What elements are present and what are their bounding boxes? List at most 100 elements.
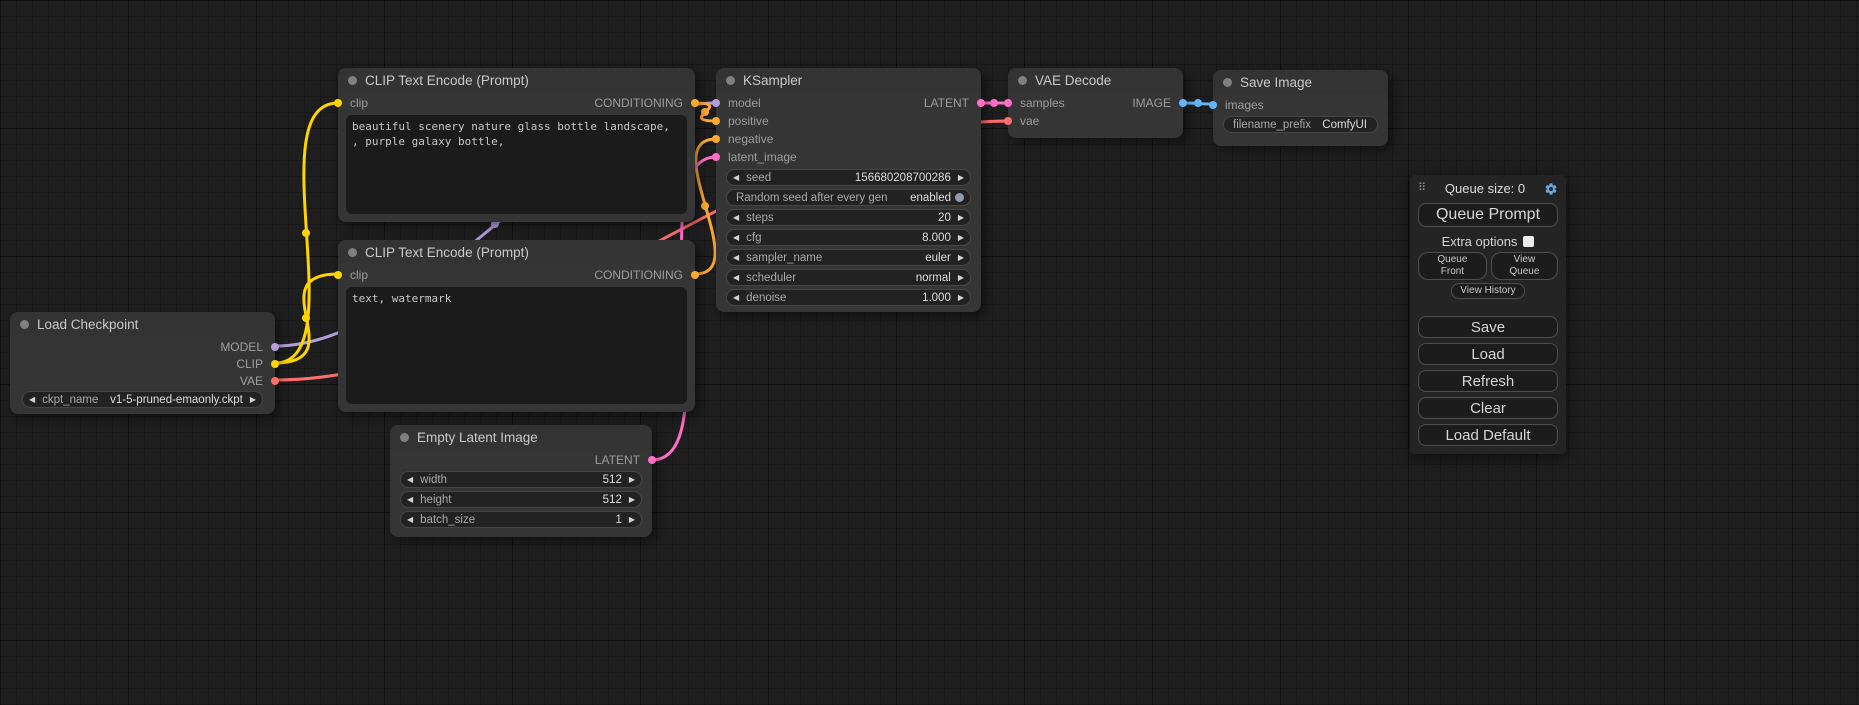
positive-input-slot[interactable] [712,117,720,125]
positive-prompt-textarea[interactable]: beautiful scenery nature glass bottle la… [346,115,687,214]
widget-scheduler[interactable]: ◀ scheduler normal ▶ [726,269,971,286]
increment-arrow-icon[interactable]: ▶ [958,294,964,302]
model-input-slot[interactable] [712,99,720,107]
collapse-dot[interactable] [348,76,357,85]
decrement-arrow-icon[interactable]: ◀ [407,496,413,504]
collapse-dot[interactable] [1018,76,1027,85]
toggle-knob[interactable] [955,193,964,202]
vae-output-slot[interactable] [271,377,279,385]
increment-arrow-icon[interactable]: ▶ [629,496,635,504]
negative-prompt-textarea[interactable]: text, watermark [346,287,687,404]
widget-cfg[interactable]: ◀ cfg 8.000 ▶ [726,229,971,246]
node-clip-text-encode-positive[interactable]: CLIP Text Encode (Prompt) clip CONDITION… [338,68,695,222]
widget-width[interactable]: ◀ width 512 ▶ [400,471,642,488]
queue-front-button[interactable]: Queue Front [1418,252,1487,280]
slot-label: IMAGE [1132,96,1171,110]
settings-gear-icon[interactable] [1544,182,1558,196]
conditioning-output-slot[interactable] [691,99,699,107]
increment-arrow-icon[interactable]: ▶ [250,396,256,404]
increment-arrow-icon[interactable]: ▶ [958,234,964,242]
decrement-arrow-icon[interactable]: ◀ [407,516,413,524]
menu-header: ⠿ Queue size: 0 [1418,180,1558,197]
widget-value: 8.000 [922,232,951,244]
slot-row: VAE [10,372,275,389]
widget-name: ckpt_name [42,394,98,406]
refresh-button[interactable]: Refresh [1418,370,1558,392]
decrement-arrow-icon[interactable]: ◀ [733,254,739,262]
view-history-button[interactable]: View History [1451,283,1524,299]
node-title-bar[interactable]: VAE Decode [1008,68,1183,92]
widget-value: 156680208700286 [855,172,951,184]
node-title-bar[interactable]: KSampler [716,68,981,92]
node-save-image[interactable]: Save Image images filename_prefix ComfyU… [1213,70,1388,146]
slot-label: LATENT [595,453,640,467]
latent-output-slot[interactable] [977,99,985,107]
drag-handle-icon[interactable]: ⠿ [1418,183,1426,194]
collapse-dot[interactable] [726,76,735,85]
widget-batch-size[interactable]: ◀ batch_size 1 ▶ [400,511,642,528]
latent-image-input-slot[interactable] [712,153,720,161]
widget-seed[interactable]: ◀ seed 156680208700286 ▶ [726,169,971,186]
widget-name: Random seed after every gen [736,192,888,204]
clip-input-slot[interactable] [334,271,342,279]
save-button[interactable]: Save [1418,316,1558,338]
decrement-arrow-icon[interactable]: ◀ [733,174,739,182]
load-default-button[interactable]: Load Default [1418,424,1558,446]
node-clip-text-encode-negative[interactable]: CLIP Text Encode (Prompt) clip CONDITION… [338,240,695,412]
widget-sampler-name[interactable]: ◀ sampler_name euler ▶ [726,249,971,266]
widget-name: sampler_name [746,252,822,264]
model-output-slot[interactable] [271,343,279,351]
widget-height[interactable]: ◀ height 512 ▶ [400,491,642,508]
collapse-dot[interactable] [1223,78,1232,87]
collapse-dot[interactable] [20,320,29,329]
widget-random-seed-toggle[interactable]: Random seed after every gen enabled [726,189,971,206]
node-title-bar[interactable]: CLIP Text Encode (Prompt) [338,68,695,92]
images-input-slot[interactable] [1209,101,1217,109]
decrement-arrow-icon[interactable]: ◀ [733,294,739,302]
node-empty-latent-image[interactable]: Empty Latent Image LATENT ◀ width 512 ▶ … [390,425,652,537]
decrement-arrow-icon[interactable]: ◀ [733,214,739,222]
negative-input-slot[interactable] [712,135,720,143]
node-vae-decode[interactable]: VAE Decode samples IMAGE vae [1008,68,1183,138]
conditioning-output-slot[interactable] [691,271,699,279]
node-title-bar[interactable]: Save Image [1213,70,1388,94]
view-queue-button[interactable]: View Queue [1491,252,1558,280]
collapse-dot[interactable] [348,248,357,257]
increment-arrow-icon[interactable]: ▶ [958,174,964,182]
increment-arrow-icon[interactable]: ▶ [629,476,635,484]
increment-arrow-icon[interactable]: ▶ [958,254,964,262]
decrement-arrow-icon[interactable]: ◀ [407,476,413,484]
increment-arrow-icon[interactable]: ▶ [958,214,964,222]
collapse-dot[interactable] [400,433,409,442]
increment-arrow-icon[interactable]: ▶ [629,516,635,524]
clear-button[interactable]: Clear [1418,397,1558,419]
vae-input-slot[interactable] [1004,117,1012,125]
latent-output-slot[interactable] [648,456,656,464]
decrement-arrow-icon[interactable]: ◀ [733,234,739,242]
node-graph-canvas[interactable]: Load Checkpoint MODEL CLIP VAE ◀ ckpt_na… [0,0,1859,705]
clip-input-slot[interactable] [334,99,342,107]
samples-input-slot[interactable] [1004,99,1012,107]
decrement-arrow-icon[interactable]: ◀ [733,274,739,282]
node-title-bar[interactable]: Empty Latent Image [390,425,652,449]
node-ksampler[interactable]: KSampler model LATENT positive negative … [716,68,981,312]
node-title-bar[interactable]: CLIP Text Encode (Prompt) [338,240,695,264]
node-title-bar[interactable]: Load Checkpoint [10,312,275,336]
increment-arrow-icon[interactable]: ▶ [958,274,964,282]
widget-denoise[interactable]: ◀ denoise 1.000 ▶ [726,289,971,306]
extra-options-checkbox[interactable] [1523,236,1534,247]
widget-value: 20 [938,212,951,224]
slot-label: negative [728,132,773,146]
widget-filename-prefix[interactable]: filename_prefix ComfyUI [1223,116,1378,133]
queue-prompt-button[interactable]: Queue Prompt [1418,203,1558,227]
load-button[interactable]: Load [1418,343,1558,365]
extra-options-row: Extra options [1418,234,1558,249]
clip-output-slot[interactable] [271,360,279,368]
node-load-checkpoint[interactable]: Load Checkpoint MODEL CLIP VAE ◀ ckpt_na… [10,312,275,414]
widget-ckpt-name[interactable]: ◀ ckpt_name v1-5-pruned-emaonly.ckpt ▶ [22,391,263,408]
node-title: VAE Decode [1035,73,1111,88]
image-output-slot[interactable] [1179,99,1187,107]
decrement-arrow-icon[interactable]: ◀ [29,396,35,404]
widget-name: filename_prefix [1233,119,1311,131]
widget-steps[interactable]: ◀ steps 20 ▶ [726,209,971,226]
